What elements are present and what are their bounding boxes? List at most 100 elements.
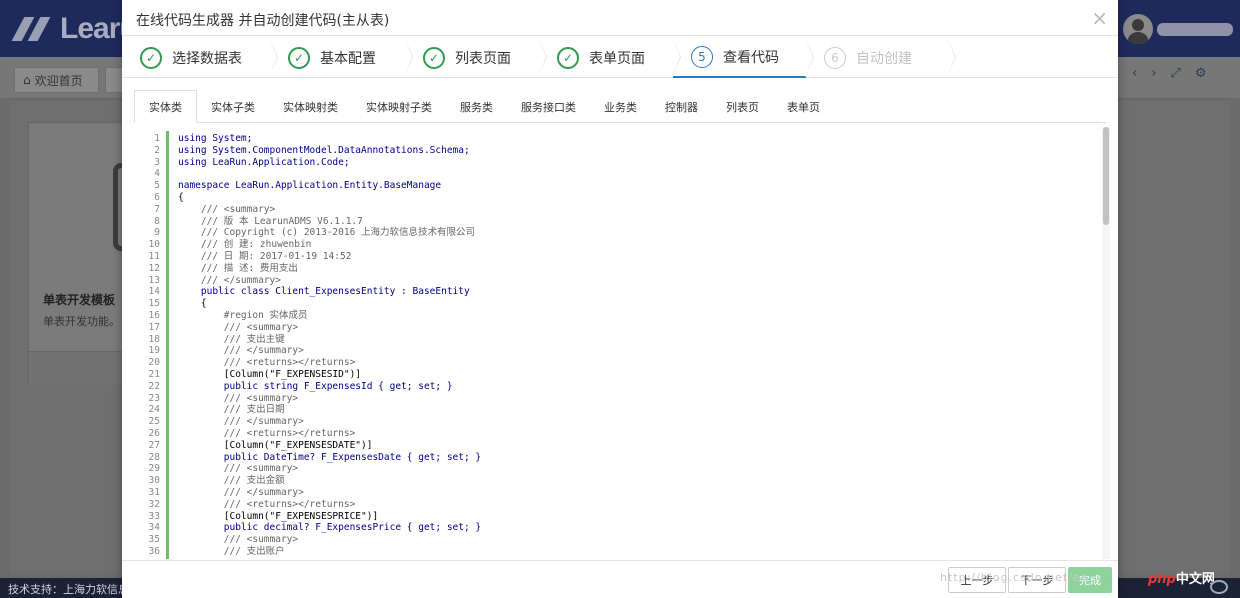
- line-number: 1: [154, 133, 160, 144]
- code-line: /// 日 期: 2017-01-19 14:52: [178, 250, 352, 262]
- wizard-step-3[interactable]: ✓ 列表页面: [405, 37, 547, 78]
- line-number: 32: [148, 498, 160, 510]
- wizard-step-label: 表单页面: [589, 50, 645, 67]
- wizard-step-2[interactable]: ✓ 基本配置: [270, 37, 413, 78]
- code-editor[interactable]: 1 2 3 4 5 6 7 8 9 10 11 12 13 14 15 16 17 18 19 20 21 22 23 24 2…: [134, 127, 1112, 559]
- code-line: namespace LeaRun.Application.Entity.Base…: [178, 180, 442, 192]
- code-tab-3[interactable]: 实体映射类: [269, 90, 352, 123]
- wizard-step-4[interactable]: ✓ 表单页面: [539, 37, 681, 78]
- code-line: [Column("F_EXPENSESPRICE")]: [178, 510, 379, 522]
- tab-home[interactable]: ⌂ 欢迎首页: [14, 67, 99, 93]
- line-number: 36: [148, 545, 160, 557]
- code-line: /// <returns></returns>: [178, 498, 356, 510]
- line-number: 23: [148, 392, 160, 404]
- line-number: 17: [148, 321, 160, 333]
- code-line: /// </summary>: [178, 416, 304, 428]
- line-number: 8: [154, 215, 160, 227]
- code-line: #region 实体成员: [178, 309, 308, 321]
- code-line: /// <summary>: [178, 534, 299, 546]
- line-number: 16: [148, 309, 160, 321]
- gutter-marker: [166, 131, 169, 559]
- fullscreen-icon[interactable]: ⤢: [1170, 66, 1180, 81]
- code-tab-1[interactable]: 实体类: [134, 90, 197, 123]
- line-number: 6: [154, 191, 160, 203]
- wizard-step-6[interactable]: 6 自动创建: [806, 37, 956, 78]
- step-number: 5: [691, 45, 713, 68]
- line-number: 24: [148, 404, 160, 416]
- wizard-step-label: 自动创建: [856, 50, 912, 67]
- user-avatar[interactable]: [1123, 14, 1153, 44]
- line-number: 10: [148, 239, 160, 251]
- code-line: /// 支出金额: [178, 475, 285, 487]
- template-card[interactable]: 单表开发模板 单表开发功能。: [28, 122, 129, 385]
- code-tab-10[interactable]: 表单页: [773, 90, 834, 123]
- line-number: 15: [148, 298, 160, 310]
- code-line: /// 创 建: zhuwenbin: [178, 239, 312, 251]
- line-number: 3: [154, 156, 160, 168]
- line-number: 21: [148, 368, 160, 380]
- chat-icon[interactable]: [1210, 580, 1228, 594]
- line-number: 34: [148, 522, 160, 534]
- code-tab-6[interactable]: 服务接口类: [507, 90, 590, 123]
- code-line: /// <summary>: [178, 203, 276, 215]
- home-icon: ⌂: [23, 73, 31, 87]
- line-number: 4: [154, 168, 160, 180]
- code-tab-8[interactable]: 控制器: [651, 90, 712, 123]
- wizard-step-label: 列表页面: [455, 50, 511, 67]
- check-icon: ✓: [423, 46, 445, 69]
- editor-scrollbar[interactable]: [1102, 127, 1110, 559]
- app-logo: Learu: [11, 12, 138, 46]
- line-number: 29: [148, 463, 160, 475]
- dialog-title: 在线代码生成器 并自动创建代码(主从表): [136, 13, 390, 29]
- line-number: 14: [148, 286, 160, 298]
- code-tab-2[interactable]: 实体子类: [197, 90, 269, 123]
- code-line: /// </summary>: [178, 274, 281, 286]
- line-number: 26: [148, 427, 160, 439]
- code-line: [Column("F_EXPENSESDATE")]: [178, 439, 373, 451]
- scroll-thumb[interactable]: [1103, 127, 1109, 225]
- code-line: /// </summary>: [178, 486, 304, 498]
- wizard-step-label: 基本配置: [320, 50, 376, 67]
- code-tab-5[interactable]: 服务类: [446, 90, 507, 123]
- step-number: 6: [824, 46, 846, 69]
- wizard-step-1[interactable]: ✓ 选择数据表: [122, 37, 278, 78]
- line-number: 12: [148, 262, 160, 274]
- chevron-left-icon[interactable]: ‹: [1132, 66, 1137, 81]
- line-numbers: 1 2 3 4 5 6 7 8 9 10 11 12 13 14 15 16 17 18 19 20 21 22 23 24 2…: [134, 127, 164, 559]
- line-number: 13: [148, 274, 160, 286]
- code-generator-dialog: 在线代码生成器 并自动创建代码(主从表) × ✓ 选择数据表 ✓ 基本配置 ✓ 列表页面 ✓…: [122, 0, 1118, 598]
- line-number: 7: [154, 203, 160, 215]
- code-tabs: 实体类 实体子类 实体映射类 实体映射子类 服务类 服务接口类 业务类 控制器 列表页 表单页: [134, 90, 1106, 123]
- php-badge-php: php: [1148, 572, 1176, 587]
- code-line: /// <returns></returns>: [178, 357, 356, 369]
- php-badge-text: 中文网: [1175, 572, 1215, 587]
- code-line: /// Copyright (c) 2013-2016 上海力软信息技术有限公司: [178, 227, 476, 239]
- code-line: public DateTime? F_ExpensesDate { get; s…: [178, 451, 482, 463]
- php-cn-badge: php中文网: [1148, 568, 1215, 587]
- line-number: 35: [148, 534, 160, 546]
- code-tab-9[interactable]: 列表页: [712, 90, 773, 123]
- line-number: 33: [148, 510, 160, 522]
- tab-home-label: 欢迎首页: [34, 73, 83, 88]
- tab-controls: ‹ › ⤢ ⚙: [1132, 66, 1232, 81]
- line-number: 31: [148, 486, 160, 498]
- gear-icon[interactable]: ⚙: [1195, 66, 1207, 81]
- chevron-right-icon[interactable]: ›: [1151, 66, 1156, 81]
- close-icon[interactable]: ×: [1091, 6, 1108, 30]
- wizard-step-5[interactable]: 5 查看代码: [673, 37, 814, 78]
- code-line: public string F_ExpensesId { get; set; }: [178, 380, 453, 392]
- code-tab-7[interactable]: 业务类: [590, 90, 651, 123]
- code-line: public decimal? F_ExpensesPrice { get; s…: [178, 522, 482, 534]
- check-icon: ✓: [288, 46, 310, 69]
- dialog-header: 在线代码生成器 并自动创建代码(主从表) ×: [122, 0, 1118, 36]
- wizard-step-label: 选择数据表: [172, 50, 242, 67]
- code-line: /// <summary>: [178, 463, 299, 475]
- code-line: /// <returns></returns>: [178, 427, 356, 439]
- line-number: 30: [148, 475, 160, 487]
- check-icon: ✓: [557, 46, 579, 69]
- user-name[interactable]: [1157, 23, 1233, 36]
- code-tab-4[interactable]: 实体映射子类: [352, 90, 446, 123]
- code-line: /// 支出账户: [178, 545, 285, 557]
- line-number: 22: [148, 380, 160, 392]
